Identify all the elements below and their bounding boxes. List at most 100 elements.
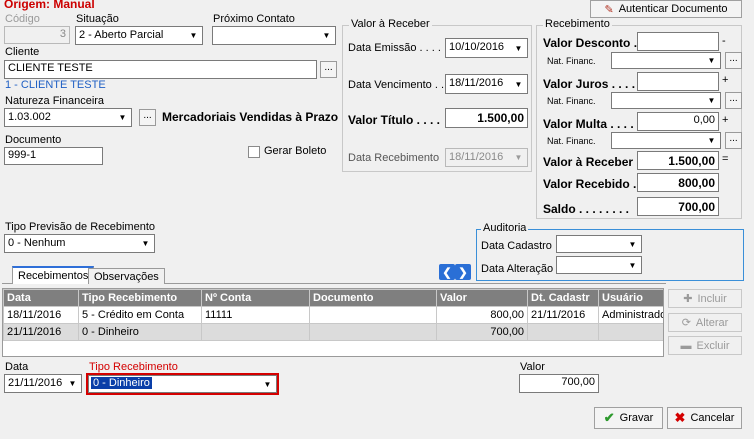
nat-financ-multa-select[interactable]: ▼: [611, 132, 721, 149]
data-vencimento-label: Data Vencimento . .: [348, 79, 444, 91]
incluir-button[interactable]: ✚ Incluir: [668, 289, 742, 308]
valor-titulo-label: Valor Título . . . .: [348, 113, 441, 127]
edit-data-picker[interactable]: 21/11/2016 ▼: [4, 374, 82, 393]
grid-header-row: Data Tipo Recebimento Nº Conta Documento…: [3, 289, 663, 307]
nat-financ-juros-select[interactable]: ▼: [611, 92, 721, 109]
table-cell: [527, 323, 599, 341]
previous-record-button[interactable]: ❮: [439, 264, 455, 280]
chevron-down-icon: ▼: [514, 79, 523, 89]
chevron-down-icon: ▼: [141, 239, 150, 248]
alterar-button[interactable]: ⟳ Alterar: [668, 313, 742, 332]
cliente-sublabel: 1 - CLIENTE TESTE: [5, 79, 106, 91]
proximo-contato-select[interactable]: ▼: [212, 26, 336, 45]
valor-desconto-input[interactable]: [637, 32, 719, 51]
tipo-previsao-label: Tipo Previsão de Recebimento: [5, 221, 156, 233]
table-cell: 5 - Crédito em Conta: [78, 306, 202, 324]
chevron-down-icon: ▼: [189, 31, 198, 40]
codigo-field: 3: [4, 26, 70, 44]
chevron-down-icon: ▼: [68, 379, 77, 388]
table-cell: 0 - Dinheiro: [78, 323, 202, 341]
edit-data-label: Data: [5, 361, 29, 373]
nat-financ-desconto-select[interactable]: ▼: [611, 52, 721, 69]
pen-document-icon: ✎: [604, 3, 614, 16]
natureza-select[interactable]: 1.03.002 ▼: [4, 108, 132, 127]
valor-a-receber-field: 1.500,00: [637, 151, 719, 170]
tipo-previsao-select[interactable]: 0 - Nenhum ▼: [4, 234, 155, 253]
tab-recebimentos[interactable]: Recebimentos: [12, 266, 95, 284]
chevron-down-icon: ▼: [707, 136, 716, 145]
table-cell: Administrador: [598, 306, 663, 324]
valor-desconto-label: Valor Desconto .: [543, 36, 638, 50]
gerar-boleto-checkbox[interactable]: [248, 146, 260, 158]
col-header-dt-cadastro[interactable]: Dt. Cadastr: [527, 289, 599, 307]
edit-valor-input[interactable]: 700,00: [519, 374, 599, 393]
chevron-down-icon: ▼: [118, 113, 127, 122]
authenticate-document-button[interactable]: ✎ Autenticar Documento: [590, 0, 742, 18]
col-header-conta[interactable]: Nº Conta: [201, 289, 310, 307]
valor-juros-label: Valor Juros . . . .: [543, 77, 636, 91]
minus-icon: ▬: [680, 339, 692, 352]
data-cadastro-label: Data Cadastro .: [481, 240, 559, 252]
arrow-left-icon: ❮: [442, 266, 452, 279]
chevron-down-icon: ▼: [628, 239, 637, 249]
checkmark-icon: ✔: [603, 410, 615, 425]
tab-observacoes[interactable]: Observações: [88, 268, 165, 284]
table-cell: 800,00: [436, 306, 528, 324]
plus-icon: ✚: [683, 293, 693, 305]
col-header-valor[interactable]: Valor: [436, 289, 528, 307]
chevron-down-icon: ▼: [628, 260, 637, 270]
data-alteracao-label: Data Alteração .: [481, 263, 560, 275]
data-emissao-picker[interactable]: 10/10/2016 ▼: [445, 38, 528, 58]
cliente-label: Cliente: [5, 46, 40, 58]
valor-juros-input[interactable]: [637, 72, 719, 91]
data-cadastro-picker[interactable]: ▼: [556, 235, 642, 253]
situacao-select[interactable]: 2 - Aberto Parcial ▼: [75, 26, 203, 45]
chevron-down-icon: ▼: [514, 153, 523, 162]
table-cell: 21/11/2016: [527, 306, 599, 324]
col-header-documento[interactable]: Documento: [309, 289, 437, 307]
situacao-label: Situação: [76, 13, 119, 25]
chevron-down-icon: ▼: [707, 96, 716, 105]
data-recebimento-label: Data Recebimento: [348, 152, 440, 164]
valor-recebido-field: 800,00: [637, 173, 719, 192]
cancelar-button[interactable]: ✖ Cancelar: [667, 407, 742, 429]
natureza-label: Natureza Financeira: [5, 95, 105, 107]
chevron-down-icon: ▼: [514, 43, 523, 53]
excluir-button[interactable]: ▬ Excluir: [668, 336, 742, 355]
nat-financ-juros-lookup[interactable]: ...: [725, 92, 742, 109]
cliente-input[interactable]: CLIENTE TESTE: [4, 60, 317, 79]
nat-financ-desconto-lookup[interactable]: ...: [725, 52, 742, 69]
valor-titulo-input[interactable]: 1.500,00: [445, 108, 528, 128]
next-record-button[interactable]: ❯: [455, 264, 471, 280]
gerar-boleto-label: Gerar Boleto: [264, 145, 327, 157]
nat-financ-multa-lookup[interactable]: ...: [725, 132, 742, 149]
cliente-lookup-button[interactable]: ...: [320, 61, 337, 78]
gravar-button[interactable]: ✔ Gravar: [594, 407, 663, 429]
table-cell: [598, 323, 663, 341]
table-cell: [201, 323, 310, 341]
documento-input[interactable]: 999-1: [4, 147, 103, 165]
table-cell: 21/11/2016: [3, 323, 79, 341]
table-cell: 700,00: [436, 323, 528, 341]
valor-multa-input[interactable]: 0,00: [637, 112, 719, 131]
table-row[interactable]: 21/11/2016 0 - Dinheiro 700,00: [3, 323, 663, 341]
refresh-icon: ⟳: [681, 317, 691, 329]
nat-financ-label-3: Nat. Financ.: [547, 136, 596, 146]
valor-receber-title: Valor à Receber: [349, 18, 432, 30]
data-alteracao-picker[interactable]: ▼: [556, 256, 642, 274]
edit-tipo-label: Tipo Recebimento: [89, 361, 178, 373]
valor-recebido-label: Valor Recebido .: [543, 177, 637, 191]
recebimento-title: Recebimento: [543, 18, 612, 30]
col-header-tipo[interactable]: Tipo Recebimento: [78, 289, 202, 307]
data-vencimento-picker[interactable]: 18/11/2016 ▼: [445, 74, 528, 94]
col-header-data[interactable]: Data: [3, 289, 79, 307]
natureza-lookup-button[interactable]: ...: [139, 109, 156, 126]
col-header-usuario[interactable]: Usuário: [598, 289, 663, 307]
arrow-right-icon: ❯: [458, 266, 468, 279]
chevron-down-icon: ▼: [263, 379, 272, 389]
saldo-field: 700,00: [637, 197, 719, 216]
recebimentos-grid: Data Tipo Recebimento Nº Conta Documento…: [2, 288, 664, 357]
edit-tipo-select[interactable]: 0 - Dinheiro ▼: [88, 375, 277, 393]
table-row[interactable]: 18/11/2016 5 - Crédito em Conta 11111 80…: [3, 306, 663, 324]
proximo-contato-label: Próximo Contato: [213, 13, 295, 25]
